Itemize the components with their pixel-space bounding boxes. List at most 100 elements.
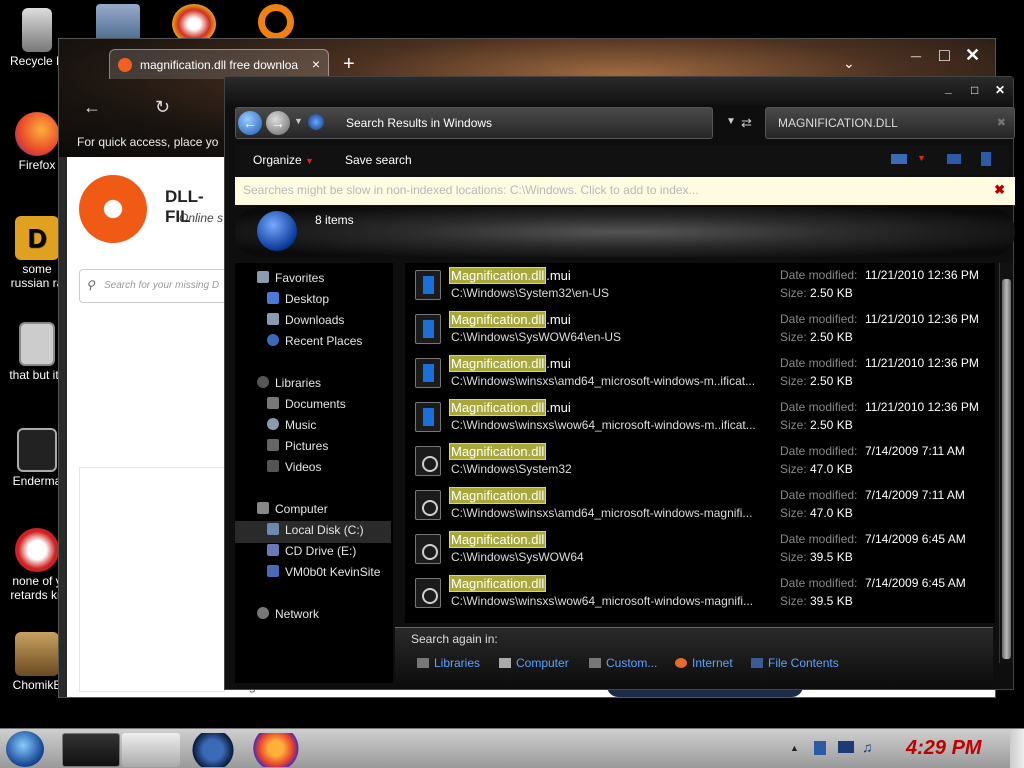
action-center-icon[interactable]	[838, 741, 854, 753]
refresh-icon[interactable]: ⇄	[741, 115, 752, 131]
site-search-input[interactable]: ⚲ Search for your missing D	[79, 269, 229, 303]
show-hidden-icons-button[interactable]: ▲	[790, 743, 799, 753]
videos-icon	[267, 460, 279, 472]
music-icon	[267, 418, 279, 430]
address-dropdown-icon[interactable]: ▼	[726, 116, 736, 127]
size-value: 2.50 KB	[810, 418, 853, 432]
result-row[interactable]: Magnification.dll C:\Windows\System32 Da…	[405, 439, 995, 483]
maximize-button[interactable]: □	[971, 83, 978, 97]
search-computer-link[interactable]: Computer	[499, 656, 569, 670]
vertical-scrollbar[interactable]	[999, 263, 1013, 663]
date-value: 11/21/2010 12:36 PM	[865, 356, 979, 370]
chevron-down-icon[interactable]: ▼	[917, 153, 926, 163]
start-button-icon[interactable]	[6, 731, 44, 767]
cd-drive-icon	[267, 544, 279, 556]
explorer-window[interactable]: _ □ ✕ ← → ▼ Search Results in Windows ▼ …	[224, 76, 1015, 690]
details-header: 8 items	[235, 207, 1015, 257]
result-row[interactable]: Magnification.dll C:\Windows\SysWOW64 Da…	[405, 527, 995, 571]
app-icon: D	[15, 216, 59, 260]
nav-desktop[interactable]: Desktop	[267, 292, 417, 312]
nav-videos[interactable]: Videos	[267, 460, 417, 480]
tab-title: magnification.dll free downloa	[140, 58, 299, 72]
taskbar-globe-button[interactable]	[184, 733, 242, 767]
back-button-icon[interactable]: ←	[238, 111, 262, 135]
nav-label: Music	[285, 418, 317, 432]
view-options-icon[interactable]	[891, 154, 907, 164]
nav-libraries[interactable]: Libraries	[257, 376, 407, 396]
explorer-titlebar[interactable]: _ □ ✕	[225, 77, 1013, 105]
reload-icon[interactable]: ↻	[155, 97, 170, 118]
link-label: Internet	[692, 656, 733, 670]
preview-pane-icon[interactable]	[947, 154, 961, 164]
taskbar-media-player-button[interactable]	[122, 733, 180, 767]
clear-search-icon[interactable]: ✖	[997, 116, 1006, 129]
network-tray-icon[interactable]	[814, 741, 826, 755]
organize-button[interactable]: Organize ▼	[253, 153, 314, 167]
history-dropdown-icon[interactable]: ▼	[294, 116, 303, 126]
date-label: Date modified:	[780, 356, 858, 370]
save-search-button[interactable]: Save search	[345, 153, 412, 167]
minimize-button[interactable]: _	[911, 39, 921, 60]
recycle-bin-icon	[22, 8, 52, 52]
nav-music[interactable]: Music	[267, 418, 417, 438]
nav-label: Computer	[275, 502, 328, 516]
nav-downloads[interactable]: Downloads	[267, 313, 417, 333]
new-tab-button[interactable]: +	[343, 53, 355, 76]
browser-tab[interactable]: magnification.dll free downloa ×	[109, 49, 329, 79]
close-button[interactable]: ✕	[995, 83, 1005, 97]
nav-vm-share[interactable]: VM0b0t KevinSite	[267, 565, 417, 585]
search-libraries-link[interactable]: Libraries	[417, 656, 480, 670]
nav-network[interactable]: Network	[257, 607, 407, 627]
tab-close-icon[interactable]: ×	[312, 56, 320, 72]
nav-local-disk[interactable]: Local Disk (C:)	[235, 521, 391, 543]
nav-computer[interactable]: Computer	[257, 502, 407, 522]
dll-file-icon	[415, 534, 441, 564]
link-label: Computer	[516, 656, 569, 670]
result-row[interactable]: Magnification.dll .mui C:\Windows\System3…	[405, 263, 995, 307]
result-row[interactable]: Magnification.dll .mui C:\Windows\SysWOW6…	[405, 307, 995, 351]
network-drive-icon	[267, 565, 279, 577]
address-bar[interactable]: ← → ▼ Search Results in Windows ▼	[235, 107, 736, 139]
desktop-icon-label: some russian ra	[10, 262, 64, 290]
result-row[interactable]: Magnification.dll .mui C:\Windows\winsxs\…	[405, 395, 995, 439]
date-label: Date modified:	[780, 576, 858, 590]
nav-documents[interactable]: Documents	[267, 397, 417, 417]
search-file-contents-link[interactable]: File Contents	[751, 656, 839, 670]
taskbar-explorer-button[interactable]	[62, 733, 120, 767]
date-value: 7/14/2009 7:11 AM	[865, 488, 965, 502]
minimize-button[interactable]: _	[945, 81, 952, 95]
volume-icon[interactable]: ♫	[862, 739, 873, 755]
back-arrow-icon[interactable]: ←	[83, 97, 101, 118]
taskbar-firefox-button[interactable]	[244, 733, 302, 767]
index-warning-bar[interactable]: Searches might be slow in non-indexed lo…	[235, 177, 1015, 205]
scrollbar-thumb[interactable]	[1002, 279, 1011, 659]
clock[interactable]: 4:29 PM	[906, 737, 982, 760]
maximize-button[interactable]: □	[939, 45, 950, 66]
help-icon[interactable]	[981, 152, 991, 166]
result-row[interactable]: Magnification.dll C:\Windows\winsxs\wow6…	[405, 571, 995, 615]
file-ext: .mui	[546, 312, 571, 327]
close-button[interactable]: ✕	[965, 45, 980, 66]
nav-label: Favorites	[275, 271, 325, 285]
nav-favorites[interactable]: Favorites	[257, 271, 407, 291]
dll-file-icon	[415, 490, 441, 520]
organize-label: Organize	[253, 153, 302, 167]
date-value: 11/21/2010 12:36 PM	[865, 400, 979, 414]
result-row[interactable]: Magnification.dll .mui C:\Windows\winsxs\…	[405, 351, 995, 395]
search-internet-link[interactable]: Internet	[675, 656, 733, 670]
nav-recent-places[interactable]: Recent Places	[267, 334, 417, 354]
search-custom-link[interactable]: Custom...	[589, 656, 657, 670]
desktop-icon-ring-app[interactable]	[258, 4, 294, 40]
search-input[interactable]: MAGNIFICATION.DLL ✖	[765, 107, 1015, 139]
chevron-down-icon[interactable]: ⌄	[843, 55, 855, 72]
nav-cd-drive[interactable]: CD Drive (E:)	[267, 544, 417, 564]
show-desktop-button[interactable]	[1010, 729, 1024, 768]
address-text: Search Results in Windows	[346, 116, 493, 130]
file-path: C:\Windows\winsxs\wow64_microsoft-window…	[451, 594, 754, 608]
forward-button-icon[interactable]: →	[266, 111, 290, 135]
close-icon[interactable]: ✖	[994, 182, 1005, 198]
nav-label: VM0b0t KevinSite	[285, 565, 381, 579]
item-count: 8 items	[315, 213, 354, 227]
result-row[interactable]: Magnification.dll C:\Windows\winsxs\amd6…	[405, 483, 995, 527]
nav-pictures[interactable]: Pictures	[267, 439, 417, 459]
